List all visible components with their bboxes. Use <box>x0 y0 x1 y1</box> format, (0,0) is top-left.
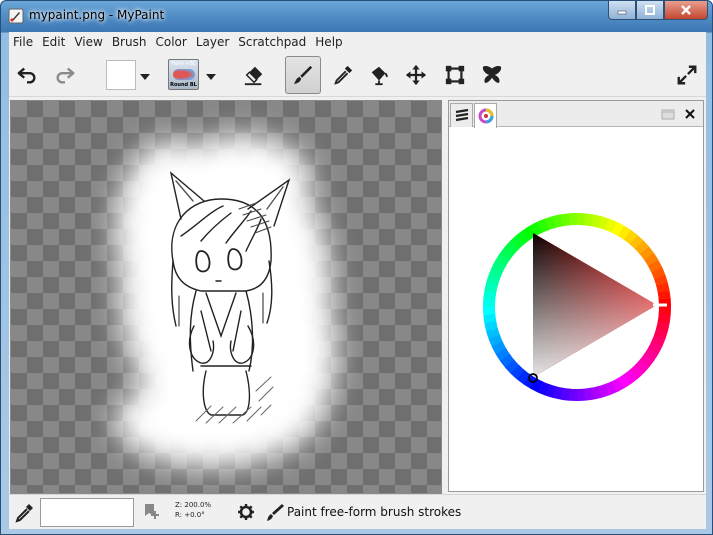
add-layer-icon[interactable] <box>143 502 161 520</box>
color-dropdown-arrow-icon[interactable] <box>140 74 150 80</box>
maximize-button[interactable] <box>636 1 664 20</box>
undo-button[interactable] <box>9 56 45 94</box>
minimize-icon <box>617 10 627 15</box>
eyedropper-icon <box>334 65 353 85</box>
brush-stroke-preview-icon <box>173 69 195 80</box>
rotation-label: R: +0.0° <box>175 511 205 519</box>
panel-tab-strip <box>449 101 703 128</box>
brush-tool-button[interactable] <box>285 56 321 94</box>
menu-file[interactable]: File <box>9 32 38 51</box>
color-wheel-graphic <box>483 213 671 401</box>
drawing-canvas[interactable] <box>10 100 442 494</box>
menu-help[interactable]: Help <box>311 32 347 51</box>
minimize-button[interactable] <box>608 1 636 20</box>
fill-tool-button[interactable] <box>361 56 397 94</box>
symmetry-icon <box>482 66 502 83</box>
menu-brush[interactable]: Brush <box>108 32 152 51</box>
sketch-artwork <box>116 136 336 466</box>
close-window-button[interactable] <box>664 1 708 20</box>
maximize-icon <box>645 5 655 15</box>
eraser-icon <box>244 66 263 86</box>
close-icon <box>685 109 695 119</box>
close-icon <box>681 5 691 15</box>
undo-icon <box>17 67 36 84</box>
hue-ring-segment <box>658 305 671 316</box>
layers-icon <box>455 108 468 121</box>
symmetry-tool-button[interactable] <box>474 56 510 94</box>
title-bar[interactable]: mypaint.png - MyPaint <box>1 1 712 32</box>
menu-layer[interactable]: Layer <box>192 32 234 51</box>
brush-preset-line2: Round BL <box>170 82 197 88</box>
close-panel-button[interactable] <box>682 106 698 122</box>
frame-tool-button[interactable] <box>437 56 473 94</box>
zoom-label: Z: 200.0% <box>175 501 212 509</box>
color-swatch[interactable] <box>106 60 136 90</box>
main-toolbar: Paint +BL Round BL <box>9 52 706 97</box>
menu-bar: File Edit View Brush Color Layer Scratch… <box>9 32 706 51</box>
brush-dropdown-arrow-icon[interactable] <box>206 74 216 80</box>
fill-icon <box>371 66 389 86</box>
current-color-swatch[interactable] <box>40 498 134 527</box>
gear-icon[interactable] <box>237 503 255 521</box>
app-window: mypaint.png - MyPaint File Edit View Bru… <box>0 0 713 535</box>
detach-panel-icon <box>661 109 675 120</box>
client-area: File Edit View Brush Color Layer Scratch… <box>9 32 706 529</box>
eraser-button[interactable] <box>236 56 272 94</box>
move-tool-button[interactable] <box>398 56 434 94</box>
menu-scratchpad[interactable]: Scratchpad <box>234 32 311 51</box>
detach-panel-button[interactable] <box>660 106 676 122</box>
status-message: Paint free-form brush strokes <box>287 505 462 519</box>
hsv-color-wheel[interactable] <box>479 209 675 405</box>
tab-layers[interactable] <box>450 103 473 127</box>
fullscreen-button[interactable] <box>669 56 705 94</box>
brush-preset-line1: Paint +BL <box>171 61 196 67</box>
hue-ring-segment <box>575 213 586 226</box>
color-picker-button[interactable] <box>325 56 361 94</box>
menu-edit[interactable]: Edit <box>38 32 70 51</box>
status-bar: Z: 200.0% R: +0.0° Paint free-form brush… <box>9 494 706 529</box>
brush-icon <box>293 65 313 85</box>
brush-preset-button[interactable]: Paint +BL Round BL <box>168 59 199 90</box>
redo-icon <box>56 67 75 84</box>
mypaint-app-icon <box>8 8 24 24</box>
hue-ring-segment <box>483 298 496 309</box>
color-wheel-icon <box>478 108 493 124</box>
redo-button[interactable] <box>47 56 83 94</box>
move-icon <box>405 64 427 86</box>
frame-icon <box>445 65 465 85</box>
window-controls <box>608 1 708 21</box>
brush-icon <box>267 504 284 521</box>
menu-color[interactable]: Color <box>151 32 191 51</box>
menu-view[interactable]: View <box>70 32 107 51</box>
fullscreen-icon <box>677 65 697 85</box>
tab-color-wheel[interactable] <box>474 103 497 128</box>
zoom-rotation-readout: Z: 200.0% R: +0.0° <box>175 500 211 520</box>
hue-ring-segment <box>568 388 579 401</box>
eyedropper-icon[interactable] <box>13 502 35 524</box>
side-panel <box>448 100 704 492</box>
window-title: mypaint.png - MyPaint <box>29 8 165 22</box>
